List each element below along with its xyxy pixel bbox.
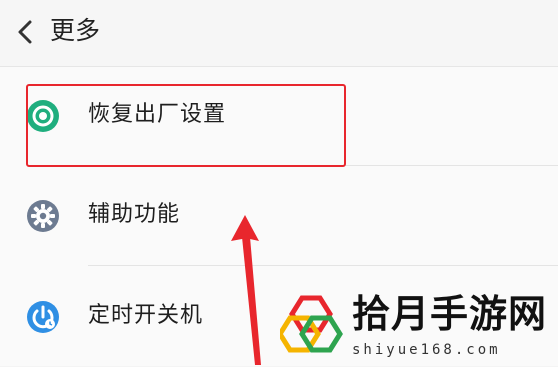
page-title: 更多 <box>50 16 101 45</box>
header-bar: 更多 <box>0 0 558 66</box>
timer-power-icon <box>27 301 59 333</box>
divider <box>88 265 558 266</box>
accessibility-gear-icon <box>27 200 59 232</box>
watermark-url: shiyue168.com <box>352 342 501 358</box>
list-item-accessibility[interactable]: 辅助功能 <box>0 167 558 267</box>
highlight-box <box>26 84 346 167</box>
chevron-left-icon[interactable] <box>14 18 36 46</box>
list-item-label: 辅助功能 <box>88 202 181 227</box>
watermark-logo-icon <box>280 295 343 353</box>
watermark-title: 拾月手游网 <box>352 292 548 336</box>
list-item-label: 定时开关机 <box>88 303 204 328</box>
arrow-annotation <box>231 215 261 365</box>
watermark: 拾月手游网 shiyue168.com <box>276 286 558 365</box>
